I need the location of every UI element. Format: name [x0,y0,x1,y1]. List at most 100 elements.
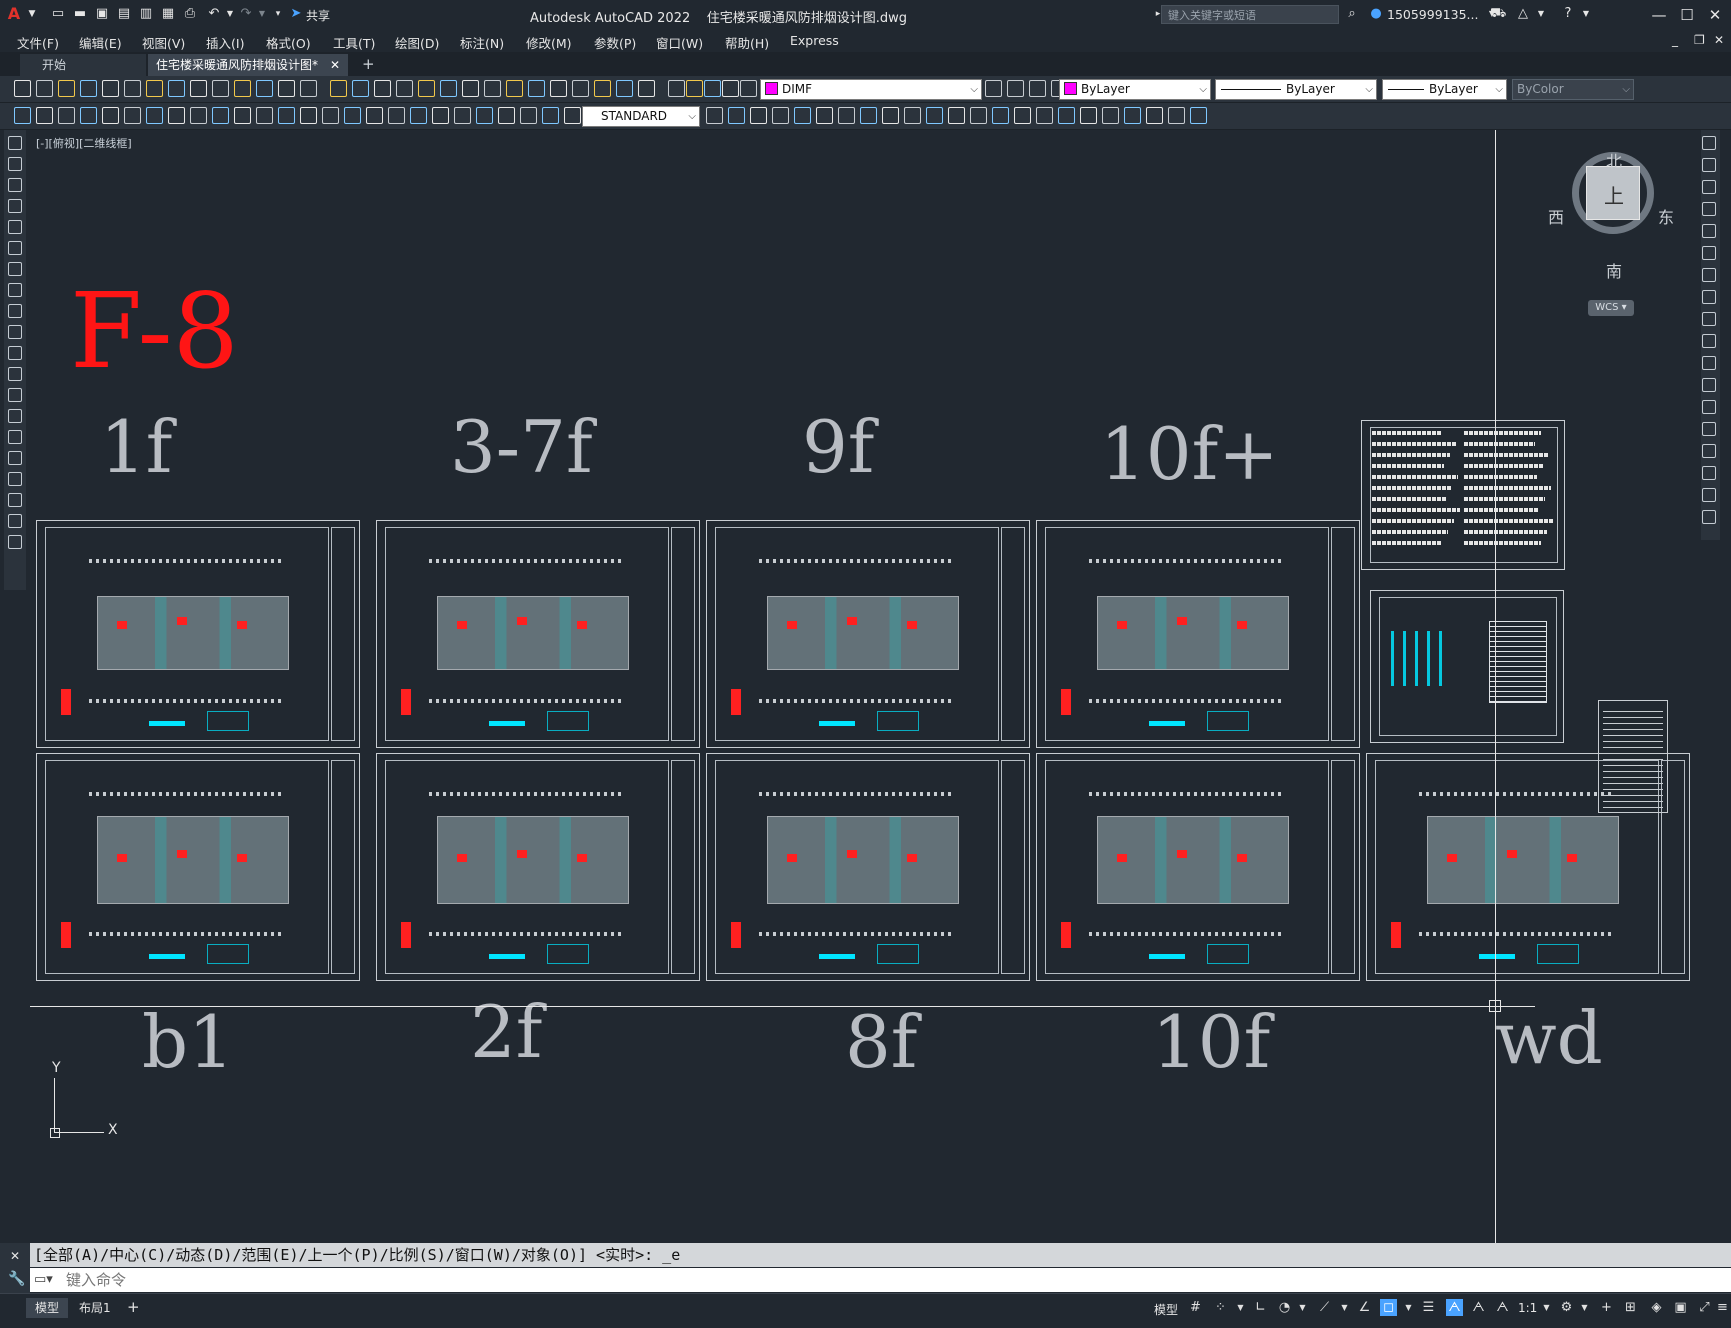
dim-radius-icon[interactable] [1058,107,1075,124]
plot-icon[interactable] [80,80,97,97]
doc-minimize-button[interactable]: _ [1672,33,1678,47]
add-selected-icon[interactable] [8,535,22,549]
dim-arc-icon[interactable] [476,107,493,124]
tab-active-drawing[interactable]: 住宅楼采暖通风防排烟设计图* ✕ [148,54,348,76]
help-icon[interactable] [462,80,479,97]
undo-icon[interactable] [234,80,251,97]
undo-dropdown-icon[interactable]: ▼ [222,6,238,22]
compass-south[interactable]: 南 [1606,258,1622,282]
dim-style-icon[interactable] [344,107,361,124]
redo-icon[interactable] [256,80,273,97]
dim-diameter-icon[interactable] [542,107,559,124]
blend-icon[interactable] [1702,488,1716,502]
dim-update-icon[interactable] [860,107,877,124]
trim-icon[interactable] [1702,334,1716,348]
cut-icon[interactable] [146,80,163,97]
workspace-dropdown-icon[interactable]: ▼ [1576,1299,1593,1316]
doc-restore-button[interactable]: ❐ [1694,33,1705,47]
tolerance-icon[interactable] [794,107,811,124]
baseline-icon[interactable] [1146,107,1163,124]
dim-arc-icon[interactable] [58,107,75,124]
dim-aligned-icon[interactable] [992,107,1009,124]
preview-icon[interactable] [102,80,119,97]
visual-style-icon[interactable] [948,107,965,124]
snap-icon[interactable]: ⁘ [1212,1299,1229,1316]
join-icon[interactable] [1702,422,1716,436]
dim-aligned-icon[interactable] [454,107,471,124]
close-command-line-icon[interactable]: ✕ [10,1249,20,1263]
dim-edit-icon[interactable] [300,107,317,124]
copy-icon[interactable] [168,80,185,97]
app-menu-chevron-icon[interactable]: ▼ [24,6,40,22]
publish-icon[interactable] [124,80,141,97]
arc-icon[interactable] [8,241,22,255]
break-icon[interactable] [1702,400,1716,414]
view-cube[interactable]: 上 北 南 东 西 WCS ▾ [1548,150,1678,316]
object-snap-dropdown-icon[interactable]: ▼ [1400,1299,1417,1316]
share-label[interactable]: 共享 [306,7,330,24]
compass-east[interactable]: 东 [1658,204,1674,228]
dim-ordinate-icon[interactable] [80,107,97,124]
leader-icon[interactable] [772,107,789,124]
user-icon[interactable]: ● [1368,6,1384,22]
graphics-performance-icon[interactable]: ▣ [1672,1299,1689,1316]
layer-tool-icon[interactable] [1029,80,1046,97]
isodraft-icon[interactable]: ⟋ [1316,1299,1333,1316]
open-icon[interactable] [550,80,567,97]
dim-linear-icon[interactable] [970,107,987,124]
preview-icon[interactable] [616,80,633,97]
dim-angular-icon[interactable] [564,107,581,124]
command-input[interactable]: ▭▾ 键入命令 [30,1268,1731,1292]
3d-orbit-icon[interactable] [926,107,943,124]
new-icon[interactable] [14,80,31,97]
help-dropdown-icon[interactable]: ▼ [1578,6,1594,22]
drawing-canvas[interactable]: [-][俯视][二维线框] F-8 1f 3-7f 9f 10f+ b1 2f … [30,130,1701,1243]
properties-icon[interactable] [330,80,347,97]
pan-icon[interactable] [278,80,295,97]
region-icon[interactable] [8,472,22,486]
app-dropdown-icon[interactable]: ▼ [1533,6,1549,22]
menu-parametric[interactable]: 参数(P) [594,33,636,52]
menu-help[interactable]: 帮助(H) [725,33,769,52]
tab-model[interactable]: 模型 [26,1298,69,1318]
customization-menu-icon[interactable]: ≡ [1714,1299,1731,1316]
units-icon[interactable]: ⊞ [1622,1299,1639,1316]
leader-icon[interactable] [234,107,251,124]
save-icon[interactable] [572,80,589,97]
lineweight-toggle-icon[interactable]: ☰ [1420,1299,1437,1316]
menu-window[interactable]: 窗口(W) [656,33,703,52]
dim-ordinate-icon[interactable] [1036,107,1053,124]
baseline-icon[interactable] [728,107,745,124]
isodraft-dropdown-icon[interactable]: ▼ [1336,1299,1353,1316]
text-style-combo[interactable]: STANDARD ⌵ [582,106,700,127]
doc-close-button[interactable]: ✕ [1714,33,1724,47]
minimize-button[interactable]: — [1646,4,1672,26]
close-window-button[interactable]: ✕ [1702,4,1728,26]
array-icon[interactable] [1702,224,1716,238]
menu-insert[interactable]: 插入(I) [206,33,244,52]
calculator-icon[interactable] [440,80,457,97]
table-icon[interactable] [8,493,22,507]
spline-icon[interactable] [8,304,22,318]
tolerance-icon[interactable] [256,107,273,124]
help-icon[interactable]: ? [1560,6,1576,22]
ellipse-icon[interactable] [8,325,22,339]
dim-diameter-icon[interactable] [1080,107,1097,124]
ortho-icon[interactable]: ∟ [1252,1299,1269,1316]
grid-icon[interactable]: # [1187,1299,1204,1316]
isolate-objects-icon[interactable]: ◈ [1648,1299,1665,1316]
share-icon[interactable]: ➤ [288,6,304,22]
lineweight-combo[interactable]: ByLayer ⌵ [1382,79,1507,100]
menu-dimension[interactable]: 标注(N) [460,33,504,52]
make-block-icon[interactable] [8,388,22,402]
layer-tool-icon[interactable] [985,80,1002,97]
osnap-tracking-icon[interactable]: ∠ [1356,1299,1373,1316]
annotation-scale-value[interactable]: 1:1 [1518,1301,1537,1315]
object-snap-icon[interactable]: ◻ [1380,1299,1397,1316]
plot-icon[interactable] [594,80,611,97]
linetype-combo[interactable]: ByLayer ⌵ [1215,79,1377,100]
search-icon[interactable]: ⌕ [1344,6,1360,22]
menu-tools[interactable]: 工具(T) [333,33,375,52]
baseline-icon[interactable] [190,107,207,124]
annotation-monitor-icon[interactable]: + [1598,1299,1615,1316]
